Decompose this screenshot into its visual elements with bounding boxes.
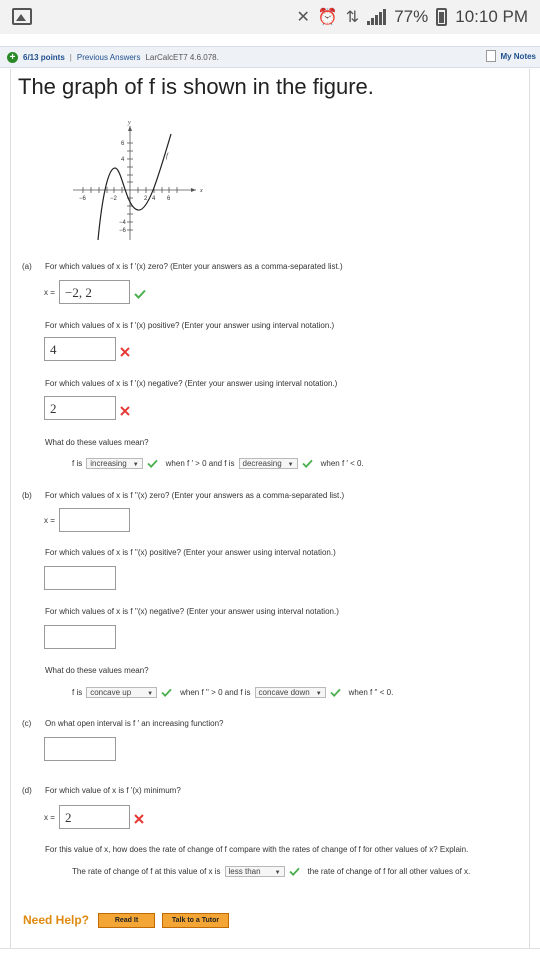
points-label: 6/13 points	[23, 52, 65, 62]
sentence-text: when f '' < 0.	[348, 688, 394, 697]
function-graph: x y f −6 −2 2 4 6 6 4 −4 −6	[73, 120, 203, 241]
data-icon: ⇅	[345, 9, 360, 26]
y-axis-label: y	[127, 120, 131, 126]
sentence-text: when f '' > 0 and f is	[180, 688, 251, 697]
problem-reference: LarCalcET7 4.6.078.	[145, 52, 219, 62]
part-b-sentence: f is concave up ▼ when f '' > 0 and f is …	[72, 687, 393, 698]
part-c-answer-1[interactable]	[44, 737, 116, 761]
x-tick-label: 6	[167, 196, 171, 202]
part-d-select[interactable]: less than ▼	[224, 866, 285, 877]
part-d-answer-1[interactable]: 2	[59, 805, 130, 829]
part-b-select-2[interactable]: concave down ▼	[254, 687, 326, 698]
my-notes-button[interactable]: My Notes	[486, 50, 536, 62]
select-value: decreasing	[242, 459, 282, 468]
x-equals-label: x =	[44, 813, 55, 822]
part-d-sentence: The rate of change of f at this value of…	[72, 866, 470, 877]
part-a-answer-1[interactable]: −2, 2	[59, 280, 130, 304]
part-b-question-2: For which values of x is f ''(x) positiv…	[45, 548, 336, 557]
part-b-answer-1[interactable]	[59, 508, 130, 532]
y-tick-label: 6	[121, 141, 125, 147]
y-tick-label: 4	[121, 157, 125, 163]
battery-percent: 77%	[394, 7, 429, 26]
part-b-label: (b)	[22, 491, 32, 500]
part-a-question-2: For which values of x is f '(x) positive…	[45, 321, 335, 330]
status-bar: ✕ ⏰ ⇅ 77% 10:10 PM	[0, 0, 540, 34]
sentence-text: when f ′ > 0 and f is	[165, 459, 235, 468]
chevron-down-icon: ▼	[287, 462, 294, 468]
part-b-answer-2[interactable]	[44, 566, 116, 590]
x-axis-arrow	[191, 188, 196, 192]
image-notification-icon	[12, 8, 32, 25]
part-d-question-2: For this value of x, how does the rate o…	[45, 845, 469, 854]
incorrect-x-icon	[134, 814, 144, 824]
y-tick-label: −4	[119, 220, 127, 226]
previous-answers-link[interactable]: Previous Answers	[77, 53, 141, 62]
incorrect-x-icon	[120, 406, 130, 416]
x-axis-label: x	[199, 188, 203, 194]
my-notes-label: My Notes	[500, 51, 536, 61]
correct-check-icon	[288, 867, 300, 876]
part-a-select-2[interactable]: decreasing ▼	[238, 458, 298, 469]
part-a-answer-2[interactable]: 4	[44, 337, 116, 361]
part-b-answer-3[interactable]	[44, 625, 116, 649]
correct-check-icon	[161, 688, 172, 697]
page-title: The graph of f is shown in the figure.	[18, 74, 374, 99]
correct-check-icon	[134, 289, 146, 299]
talk-to-tutor-button[interactable]: Talk to a Tutor	[162, 913, 229, 928]
read-it-button[interactable]: Read It	[98, 913, 155, 928]
sentence-text: the rate of change of f for all other va…	[307, 867, 471, 876]
curve-f	[97, 133, 172, 241]
question-header: + 6/13 points | Previous Answers LarCalc…	[0, 46, 540, 68]
part-a-answer-3[interactable]: 2	[44, 396, 116, 420]
chevron-down-icon: ▼	[132, 462, 139, 468]
sentence-text: f is	[72, 688, 83, 697]
x-tick-label: −6	[79, 196, 87, 202]
need-help-label: Need Help?	[23, 913, 90, 927]
part-d-label: (d)	[22, 786, 32, 795]
x-tick-label: 4	[152, 196, 156, 202]
curve-label: f	[166, 152, 169, 160]
part-a-label: (a)	[22, 262, 32, 271]
sentence-text: The rate of change of f at this value of…	[72, 867, 221, 876]
correct-check-icon	[301, 459, 313, 468]
sentence-text: f is	[72, 459, 83, 468]
incorrect-x-icon	[120, 347, 130, 357]
correct-check-icon	[147, 459, 158, 468]
y-axis-arrow	[128, 126, 132, 131]
part-c-question-1: On what open interval is f ′ an increasi…	[45, 719, 224, 728]
part-a-question-3: For which values of x is f '(x) negative…	[45, 379, 338, 388]
correct-check-icon	[330, 688, 341, 697]
part-b-select-1[interactable]: concave up ▼	[86, 687, 158, 698]
notes-icon	[486, 50, 497, 62]
select-value: concave up	[90, 688, 132, 697]
chevron-down-icon: ▼	[147, 691, 154, 697]
x-equals-label: x =	[44, 288, 55, 297]
select-value: increasing	[90, 459, 127, 468]
chevron-down-icon: ▼	[274, 870, 281, 876]
battery-icon	[436, 8, 448, 26]
part-b-question-1: For which values of x is f ''(x) zero? (…	[45, 491, 345, 500]
signal-icon	[367, 9, 387, 25]
expand-icon[interactable]: +	[7, 51, 18, 63]
select-value: concave down	[258, 688, 310, 697]
part-d-question-1: For which value of x is f '(x) minimum?	[45, 786, 181, 795]
part-a-question-4: What do these values mean?	[45, 438, 149, 447]
part-a-question-1: For which values of x is f '(x) zero? (E…	[45, 262, 343, 271]
clock: 10:10 PM	[455, 7, 528, 26]
part-b-question-3: For which values of x is f ''(x) negativ…	[45, 607, 339, 616]
part-c-label: (c)	[22, 719, 32, 728]
select-value: less than	[228, 867, 261, 876]
chevron-down-icon: ▼	[315, 691, 322, 697]
part-a-sentence: f is increasing ▼ when f ′ > 0 and f is d…	[72, 458, 364, 469]
sentence-text: when f ′ < 0.	[320, 459, 364, 468]
part-b-question-4: What do these values mean?	[45, 666, 149, 675]
alarm-icon: ⏰	[317, 9, 338, 26]
y-tick-label: −6	[119, 228, 127, 234]
mute-icon: ✕	[296, 9, 310, 26]
x-tick-label: −2	[110, 196, 118, 202]
part-a-select-1[interactable]: increasing ▼	[86, 458, 143, 469]
divider	[0, 948, 540, 949]
x-equals-label: x =	[44, 516, 55, 525]
